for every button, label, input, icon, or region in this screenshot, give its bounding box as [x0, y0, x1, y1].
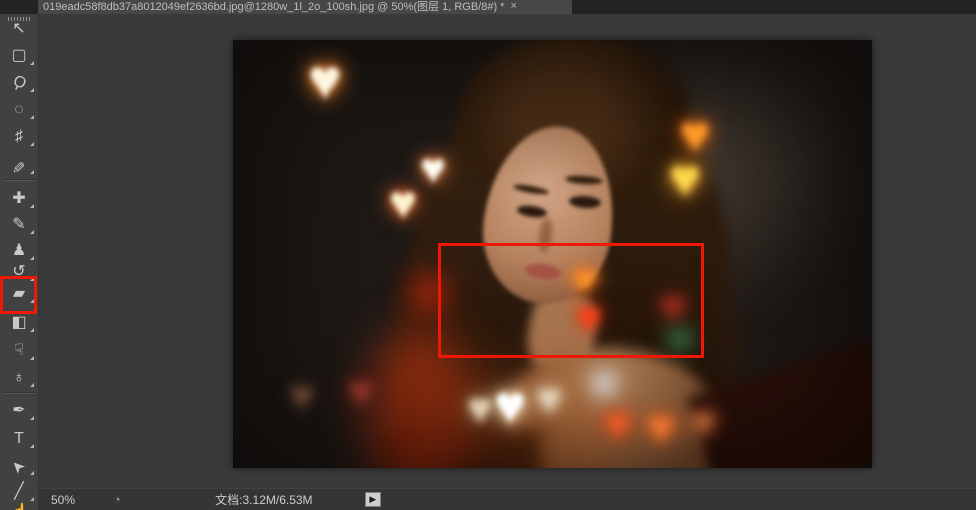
bokeh-heart: ♥	[348, 370, 374, 414]
zoom-level[interactable]: 50%	[51, 493, 91, 507]
tab-close-icon[interactable]: ×	[510, 0, 516, 12]
type-icon: T	[14, 431, 24, 447]
bokeh-heart: ♥	[691, 402, 716, 444]
bokeh-heart: ♥	[494, 379, 526, 433]
clone-stamp-icon: ♟	[12, 243, 26, 259]
bokeh-heart: ♥	[669, 152, 701, 206]
quick-selection-tool[interactable]: ◌	[0, 97, 38, 123]
bokeh-heart: ♥	[308, 51, 342, 109]
spot-healing-icon: ✚	[12, 191, 25, 207]
lasso-tool[interactable]: Ϙ	[0, 70, 38, 96]
document-size-info[interactable]: 文档:3.12M/6.53M	[169, 491, 359, 508]
bokeh-heart: ♥	[389, 180, 418, 228]
hand-icon: ☝	[9, 505, 29, 510]
path-selection-icon: ➤	[9, 456, 30, 477]
bokeh-heart: ♥	[468, 388, 493, 430]
line-icon: ╱	[14, 484, 24, 500]
pen-icon: ✒	[12, 403, 25, 419]
path-selection-tool[interactable]: ➤	[0, 453, 38, 479]
brush-tool[interactable]: ✎	[0, 212, 38, 238]
toolbar-separator	[3, 393, 35, 394]
gradient-tool[interactable]: ◧	[0, 310, 38, 336]
crop-tool[interactable]: ♯	[0, 124, 38, 150]
history-brush-icon: ↺	[12, 264, 25, 280]
document-tab[interactable]: 019eadc58f8db37a8012049ef2636bd.jpg@1280…	[38, 0, 572, 14]
quick-selection-icon: ◌	[14, 102, 24, 118]
type-tool[interactable]: T	[0, 426, 38, 452]
dodge-tool[interactable]: ♁	[0, 365, 38, 391]
bokeh-heart: ♥	[647, 404, 676, 452]
smudge-icon: ☟	[14, 343, 24, 359]
bokeh-heart: ♥	[420, 147, 446, 191]
move-icon: ↖	[12, 21, 25, 37]
pen-tool[interactable]: ✒	[0, 398, 38, 424]
gradient-icon: ◧	[11, 315, 26, 331]
triangle-icon: ▶	[369, 494, 376, 505]
bokeh-heart: ♥	[290, 376, 314, 416]
move-tool[interactable]: ↖	[0, 16, 38, 42]
spot-healing-tool[interactable]: ✚	[0, 186, 38, 212]
dodge-icon: ♁	[13, 370, 25, 386]
status-bar: 50% ◔ 文档:3.12M/6.53M ▶	[39, 488, 976, 510]
smudge-tool[interactable]: ☟	[0, 338, 38, 364]
bokeh-heart: ♥	[605, 402, 631, 446]
lasso-icon: Ϙ	[10, 73, 29, 93]
tab-bar: 019eadc58f8db37a8012049ef2636bd.jpg@1280…	[0, 0, 976, 14]
eraser-icon: ▰	[13, 286, 25, 302]
crop-icon: ♯	[15, 129, 23, 145]
status-expand-button[interactable]: ▶	[365, 492, 381, 507]
photo-canvas[interactable]: ♥♥♥♥♥♥♥♥♥♥♥♥♥♥♥♥♥♥♥	[233, 40, 872, 468]
eraser-tool[interactable]: ▰	[0, 281, 38, 307]
document-tab-title: 019eadc58f8db37a8012049ef2636bd.jpg@1280…	[38, 0, 504, 14]
bokeh-heart: ♥	[536, 377, 562, 421]
marquee-tool[interactable]: ▢	[0, 43, 38, 69]
marquee-icon: ▢	[11, 48, 26, 64]
status-pie-icon: ◔	[113, 492, 121, 507]
tools-panel: ↖ ▢ Ϙ ◌ ♯ ✐ ✚ ✎ ♟ ↺ ▰ ◧ ☟ ♁ ✒ T ➤ ╱ ☝	[0, 14, 39, 510]
brush-icon: ✎	[12, 217, 25, 233]
hand-tool[interactable]: ☝	[0, 500, 38, 510]
toolbar-separator	[3, 180, 35, 181]
annotation-rectangle	[438, 243, 704, 358]
eyedropper-tool[interactable]: ✐	[0, 152, 38, 178]
photoshop-window: 019eadc58f8db37a8012049ef2636bd.jpg@1280…	[0, 0, 976, 510]
eyedropper-icon: ✐	[12, 157, 25, 173]
